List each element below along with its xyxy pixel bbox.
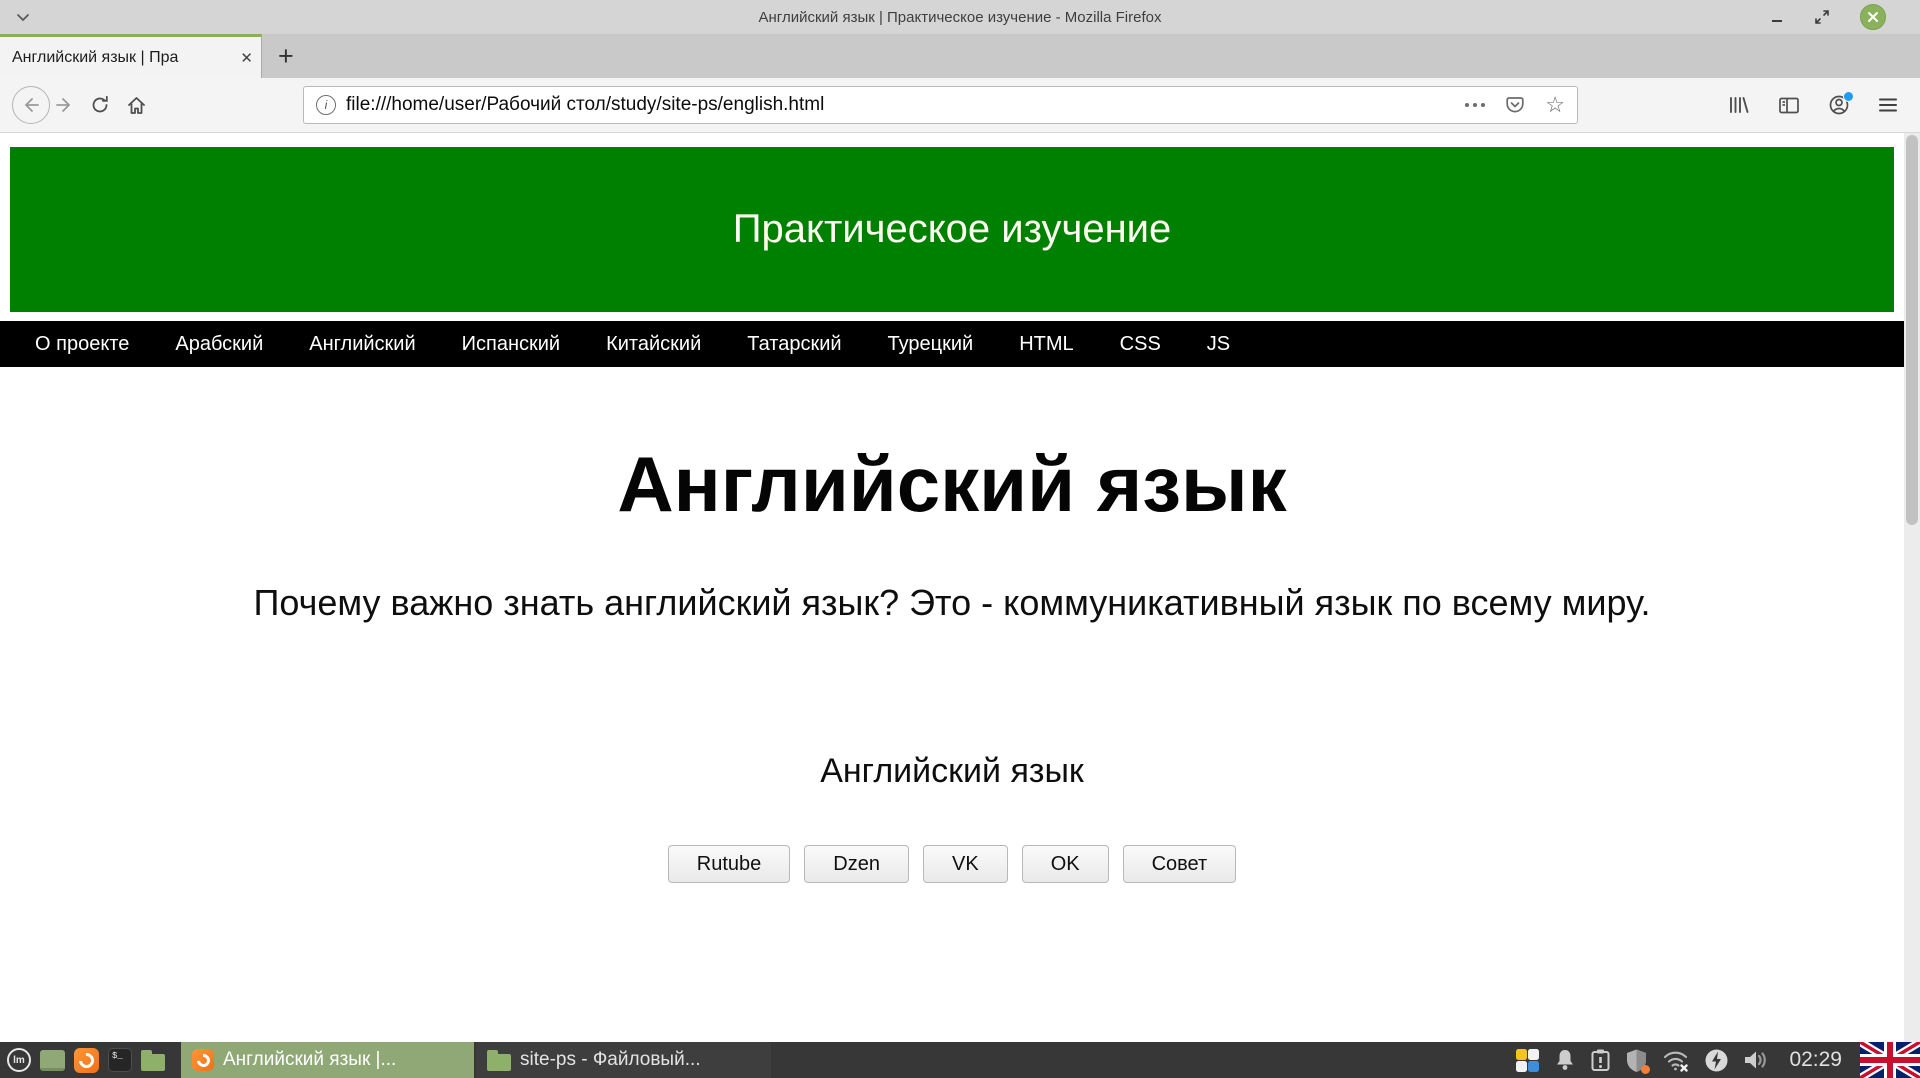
site-nav-link[interactable]: CSS: [1120, 333, 1161, 356]
page-link-button[interactable]: Rutube: [668, 845, 791, 883]
site-banner: Практическое изучение: [10, 147, 1894, 312]
taskbar-window-firefox[interactable]: Английский язык |...: [181, 1042, 474, 1078]
firewall-status-dot: [1641, 1065, 1650, 1074]
page-link-button[interactable]: Dzen: [804, 845, 909, 883]
files-launcher-icon[interactable]: [141, 1054, 165, 1071]
taskbar-window-label: Английский язык |...: [223, 1049, 396, 1071]
scrollbar-thumb[interactable]: [1906, 135, 1918, 525]
window-titlebar: Английский язык | Практическое изучение …: [0, 0, 1920, 34]
site-nav-link[interactable]: Татарский: [747, 333, 841, 356]
forward-button[interactable]: [54, 95, 74, 115]
url-bar[interactable]: i file:///home/user/Рабочий стол/study/s…: [303, 86, 1578, 124]
site-nav: О проекте Арабский Английский Испанский Кита…: [0, 321, 1904, 367]
minimize-button[interactable]: [1770, 10, 1784, 24]
site-nav-link[interactable]: О проекте: [35, 333, 129, 356]
page-link-button[interactable]: VK: [923, 845, 1008, 883]
mint-menu-icon[interactable]: lm: [7, 1048, 31, 1072]
close-button[interactable]: [1860, 4, 1886, 30]
site-nav-link[interactable]: Китайский: [606, 333, 701, 356]
library-icon[interactable]: [1728, 95, 1750, 115]
site-nav-link[interactable]: HTML: [1019, 333, 1073, 356]
page-viewport: Практическое изучение О проекте Арабский А…: [0, 133, 1920, 1042]
page-link-button[interactable]: OK: [1022, 845, 1109, 883]
keyboard-layout-flag-icon[interactable]: [1860, 1042, 1920, 1078]
site-info-icon[interactable]: i: [316, 95, 336, 115]
pocket-icon[interactable]: [1505, 95, 1525, 115]
browser-toolbar: i file:///home/user/Рабочий стол/study/s…: [0, 78, 1920, 133]
firefox-icon: [192, 1049, 214, 1071]
page-title: Английский язык: [0, 439, 1904, 530]
tab-bar: Английский язык | Пра ✕ +: [0, 34, 1920, 78]
new-tab-button[interactable]: +: [278, 43, 294, 70]
maximize-button[interactable]: [1814, 9, 1830, 25]
window-title: Английский язык | Практическое изучение …: [0, 9, 1920, 26]
section-subheading: Английский язык: [0, 752, 1904, 791]
account-badge: [1843, 91, 1854, 102]
terminal-launcher-icon[interactable]: $_: [108, 1048, 132, 1072]
update-manager-icon[interactable]: [1590, 1048, 1611, 1072]
intro-paragraph: Почему важно знать английский язык? Это …: [40, 582, 1864, 624]
page-scrollbar[interactable]: [1904, 133, 1920, 1042]
page-actions-icon[interactable]: [1465, 103, 1485, 107]
url-text[interactable]: file:///home/user/Рабочий стол/study/sit…: [346, 94, 1455, 116]
tab-close-icon[interactable]: ✕: [240, 49, 253, 67]
site-nav-link[interactable]: Турецкий: [888, 333, 974, 356]
back-button[interactable]: [12, 86, 50, 124]
folder-icon: [487, 1054, 511, 1071]
browser-tab[interactable]: Английский язык | Пра ✕: [0, 34, 262, 78]
banner-title: Практическое изучение: [733, 207, 1172, 252]
site-nav-link[interactable]: Арабский: [175, 333, 263, 356]
taskbar-window-files[interactable]: site-ps - Файловый...: [476, 1042, 771, 1078]
site-nav-link[interactable]: JS: [1207, 333, 1230, 356]
workspace-switcher-icon[interactable]: [1515, 1048, 1540, 1073]
taskbar: lm $_ Английский язык |... site-ps - Фай…: [0, 1042, 1920, 1078]
firefox-launcher-icon[interactable]: [74, 1048, 99, 1073]
show-desktop-icon[interactable]: [40, 1050, 65, 1071]
page-link-button[interactable]: Совет: [1123, 845, 1237, 883]
notifications-bell-icon[interactable]: [1554, 1048, 1576, 1072]
menu-hamburger-icon[interactable]: [1878, 97, 1898, 113]
site-nav-link[interactable]: Английский: [309, 333, 415, 356]
tab-title: Английский язык | Пра: [12, 49, 236, 67]
firewall-shield-icon[interactable]: [1625, 1048, 1648, 1073]
taskbar-clock[interactable]: 02:29: [1789, 1048, 1842, 1072]
site-nav-link[interactable]: Испанский: [462, 333, 560, 356]
network-wifi-off-icon[interactable]: [1662, 1048, 1690, 1072]
home-button[interactable]: [126, 95, 147, 116]
account-icon[interactable]: [1828, 94, 1850, 116]
link-buttons-row: Rutube Dzen VK OK Совет: [0, 845, 1904, 883]
bookmark-star-icon[interactable]: ☆: [1545, 94, 1565, 116]
taskbar-window-label: site-ps - Файловый...: [520, 1049, 701, 1071]
reload-button[interactable]: [90, 95, 110, 115]
sidebar-icon[interactable]: [1778, 96, 1800, 115]
volume-speaker-icon[interactable]: [1743, 1048, 1771, 1072]
power-battery-icon[interactable]: [1704, 1048, 1729, 1073]
